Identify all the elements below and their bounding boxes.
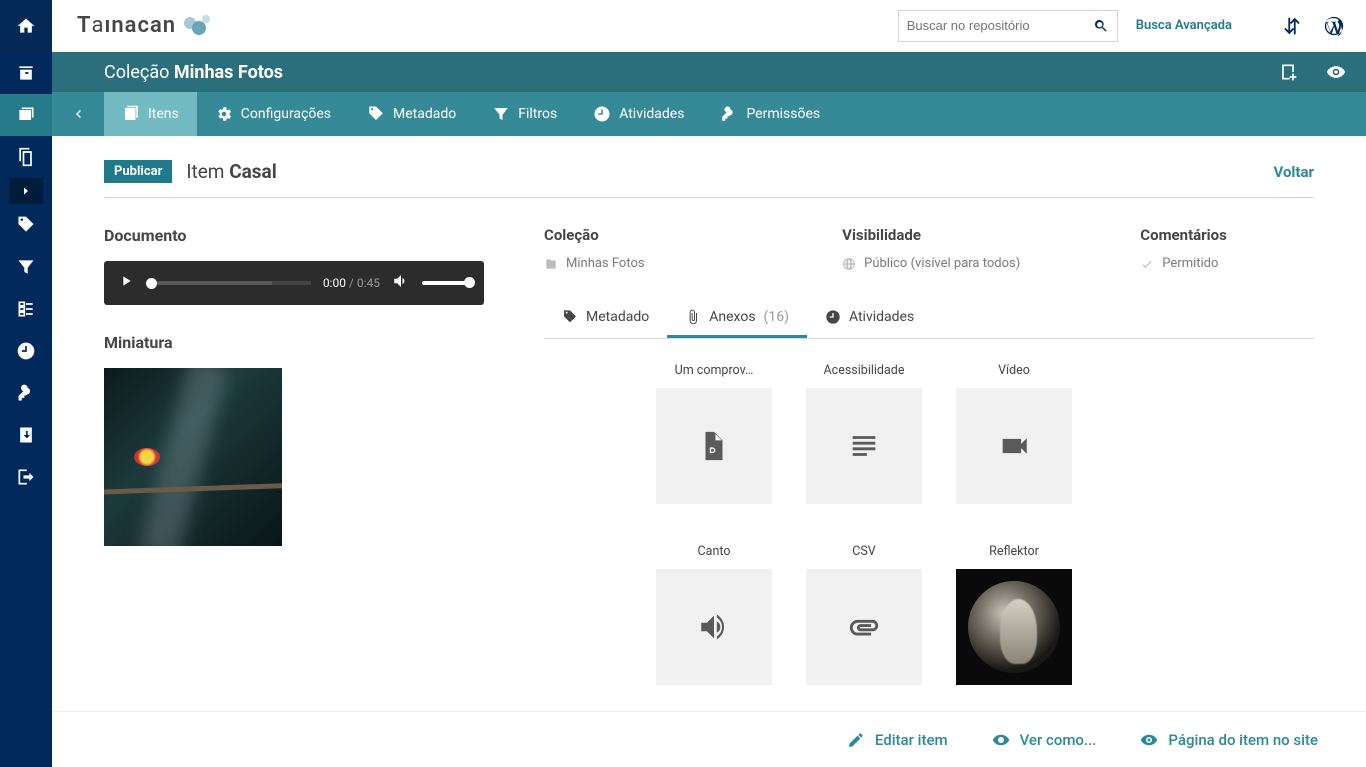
subtab-anexos[interactable]: Anexos (16) [667, 299, 807, 338]
nav-taxonomies[interactable] [0, 288, 52, 330]
nav-sub-expand[interactable] [9, 178, 43, 204]
attachment-item[interactable]: Reflektor [944, 544, 1084, 685]
subtab-metadado[interactable]: Metadado [544, 299, 667, 338]
item-page-button[interactable]: Página do item no site [1140, 731, 1318, 749]
item-subtabs: Metadado Anexos (16) Atividades [544, 299, 1314, 339]
eye-solid-icon [1140, 731, 1158, 749]
pdf-icon [697, 429, 731, 463]
thumbnail-image[interactable] [104, 368, 282, 546]
left-sidebar [0, 0, 52, 767]
nav-archive[interactable] [0, 52, 52, 94]
tab-itens[interactable]: Itens [104, 92, 197, 136]
play-button[interactable] [118, 273, 134, 293]
folder-icon [544, 257, 558, 271]
logo[interactable]: Taınacan [77, 13, 212, 38]
volume-icon[interactable] [392, 272, 410, 294]
topbar: Taınacan Busca Avançada [52, 0, 1366, 52]
attachment-item[interactable]: Canto [644, 544, 784, 685]
view-icon[interactable] [1326, 62, 1346, 82]
nav-copy[interactable] [0, 136, 52, 178]
nav-import[interactable] [0, 414, 52, 456]
tab-metadado[interactable]: Metadado [349, 92, 474, 136]
volume-slider[interactable] [422, 281, 470, 285]
comentarios-value: Permitido [1140, 256, 1314, 271]
advanced-search-link[interactable]: Busca Avançada [1136, 18, 1232, 33]
miniatura-heading: Miniatura [104, 333, 484, 352]
audio-icon [697, 610, 731, 644]
colecao-heading: Coleção [544, 226, 792, 244]
nav-activities[interactable] [0, 330, 52, 372]
sort-icon[interactable] [1280, 14, 1304, 38]
wordpress-icon[interactable] [1322, 14, 1346, 38]
footer-actions: Editar item Ver como... Página do item n… [52, 711, 1366, 767]
logo-text: Taınacan [77, 13, 176, 38]
nav-permissions[interactable] [0, 372, 52, 414]
visibilidade-value: Público (visível para todos) [842, 256, 1090, 271]
image-thumbnail [956, 569, 1072, 685]
collection-title: Coleção Minhas Fotos [104, 62, 283, 83]
back-link[interactable]: Voltar [1274, 163, 1315, 181]
check-icon [1140, 257, 1154, 271]
item-title: Item Casal [186, 160, 276, 183]
attachment-icon [847, 610, 881, 644]
edit-item-button[interactable]: Editar item [847, 731, 948, 749]
globe-icon [842, 257, 856, 271]
search-box[interactable] [898, 10, 1118, 42]
attachment-item[interactable]: Vídeo [944, 363, 1084, 504]
view-as-button[interactable]: Ver como... [992, 731, 1097, 749]
audio-progress[interactable] [146, 278, 311, 289]
search-input[interactable] [907, 18, 1093, 33]
pencil-icon [847, 731, 865, 749]
audio-time: 0:00 / 0:45 [323, 276, 380, 290]
eye-icon [992, 731, 1010, 749]
attachments-grid: Um comprov… Acessibilidade Vídeo Canto C… [544, 363, 1314, 685]
nav-collections[interactable] [0, 94, 52, 136]
collection-tabs: Itens Configurações Metadado Filtros Ati… [52, 92, 1366, 136]
text-icon [847, 429, 881, 463]
attachment-item[interactable]: CSV [794, 544, 934, 685]
attachment-item[interactable]: Acessibilidade [794, 363, 934, 504]
colecao-value: Minhas Fotos [544, 256, 792, 271]
subtab-atividades[interactable]: Atividades [807, 299, 932, 338]
nav-filters[interactable] [0, 246, 52, 288]
attachment-item[interactable]: Um comprov… [644, 363, 784, 504]
nav-export[interactable] [0, 456, 52, 498]
nav-tags[interactable] [0, 204, 52, 246]
tab-permissoes[interactable]: Permissões [702, 92, 838, 136]
video-icon [997, 429, 1031, 463]
tab-configuracoes[interactable]: Configurações [197, 92, 349, 136]
comentarios-heading: Comentários [1140, 226, 1314, 244]
tab-filtros[interactable]: Filtros [474, 92, 575, 136]
audio-player[interactable]: 0:00 / 0:45 [104, 261, 484, 305]
documento-heading: Documento [104, 226, 484, 245]
new-item-icon[interactable] [1278, 62, 1298, 82]
nav-home[interactable] [0, 0, 52, 52]
collection-header: Coleção Minhas Fotos [52, 52, 1366, 92]
logo-icon [184, 15, 212, 37]
tabs-back-button[interactable] [52, 92, 104, 136]
publish-badge: Publicar [104, 160, 172, 183]
tab-atividades[interactable]: Atividades [575, 92, 702, 136]
search-icon[interactable] [1093, 18, 1109, 34]
visibilidade-heading: Visibilidade [842, 226, 1090, 244]
